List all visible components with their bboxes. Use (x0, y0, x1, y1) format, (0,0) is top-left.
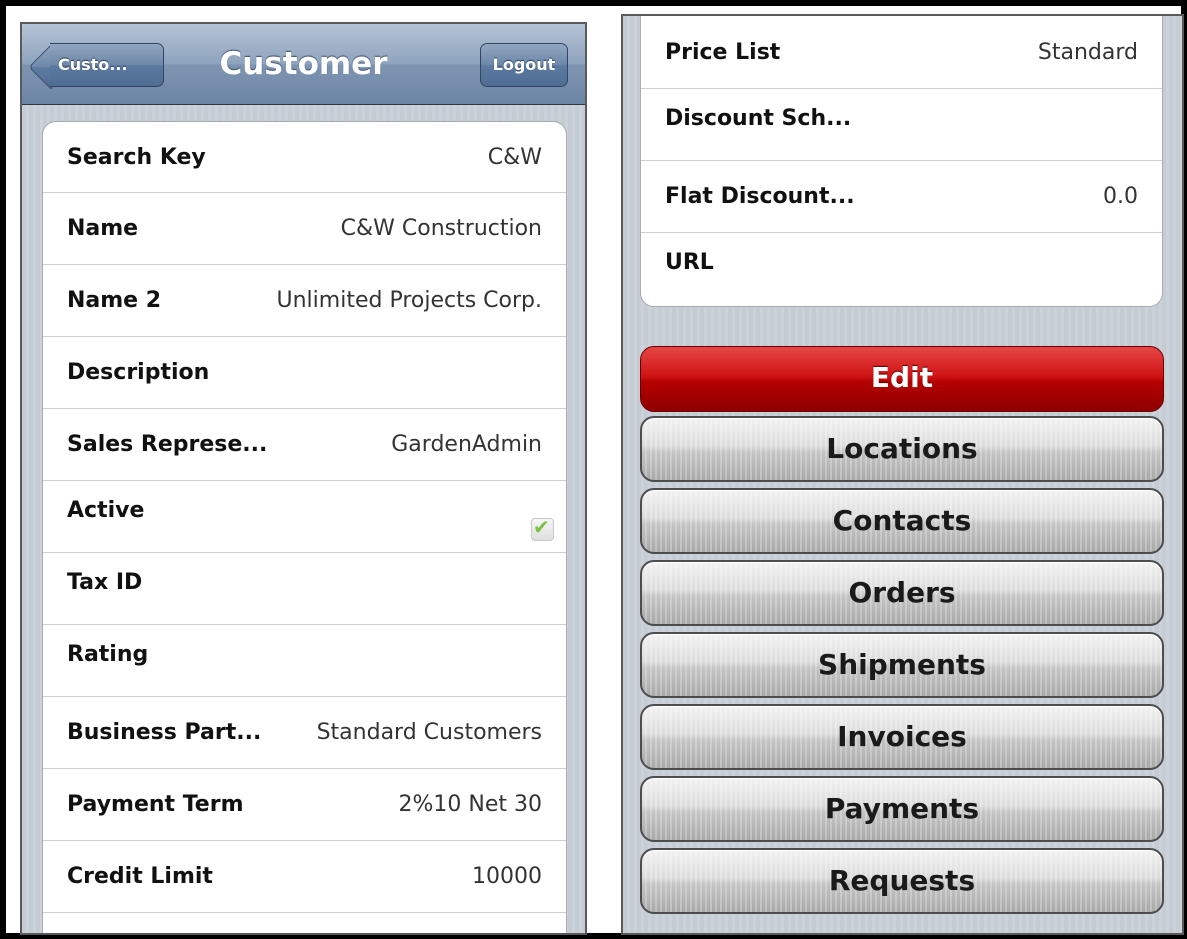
navigation-bar: Custo... Customer Logout (22, 24, 585, 105)
field-label: Credit Limit (67, 864, 213, 889)
field-value: C&W (487, 145, 542, 170)
active-checkbox[interactable]: ✔ (531, 515, 554, 541)
customer-detail-screen-scrolled: Price List Standard Discount Sch... Flat… (621, 14, 1184, 935)
field-row-search-key[interactable]: Search Key C&W (43, 122, 566, 193)
shipments-button[interactable]: Shipments (640, 632, 1164, 698)
checkmark-icon: ✔ (533, 515, 550, 539)
field-row-name[interactable]: Name C&W Construction (43, 193, 566, 265)
field-row-url[interactable]: URL (641, 233, 1162, 305)
field-label: Rating (67, 642, 149, 667)
field-row-active[interactable]: Active ✔ (43, 481, 566, 553)
field-value: Standard (1037, 40, 1138, 65)
field-label: Description (67, 360, 210, 385)
field-label: URL (665, 250, 714, 275)
payments-button[interactable]: Payments (640, 776, 1164, 842)
customer-fields-table-continued: Price List Standard Discount Sch... Flat… (640, 16, 1163, 307)
requests-button[interactable]: Requests (640, 848, 1164, 914)
field-row-sales-representative[interactable]: Sales Represe... GardenAdmin (43, 409, 566, 481)
field-row-discount-schema[interactable]: Discount Sch... (641, 89, 1162, 161)
field-label: Discount Sch... (665, 106, 852, 131)
field-label: Tax ID (67, 570, 143, 595)
field-value: C&W Construction (340, 216, 542, 241)
customer-fields-table: Search Key C&W Name C&W Construction Nam… (42, 121, 567, 933)
field-row-name-2[interactable]: Name 2 Unlimited Projects Corp. (43, 265, 566, 337)
contacts-button[interactable]: Contacts (640, 488, 1164, 554)
field-row-flat-discount[interactable]: Flat Discount... 0.0 (641, 161, 1162, 233)
field-label: Name (67, 216, 139, 241)
field-row-business-partner-group[interactable]: Business Part... Standard Customers (43, 697, 566, 769)
field-label: Name 2 (67, 288, 162, 313)
field-row-rating[interactable]: Rating (43, 625, 566, 697)
locations-button[interactable]: Locations (640, 416, 1164, 482)
field-row-price-list[interactable]: Price List Standard (641, 17, 1162, 89)
orders-button[interactable]: Orders (640, 560, 1164, 626)
field-row-description[interactable]: Description (43, 337, 566, 409)
customer-detail-screen: Custo... Customer Logout Search Key C&W … (20, 22, 587, 935)
field-label: Price List (665, 40, 781, 65)
field-value: 0.0 (1103, 184, 1138, 209)
field-label: Flat Discount... (665, 184, 855, 209)
field-value: 10000 (472, 864, 542, 889)
field-value: GardenAdmin (391, 432, 542, 457)
field-value: Unlimited Projects Corp. (276, 288, 542, 313)
field-label: Business Part... (67, 720, 262, 745)
invoices-button[interactable]: Invoices (640, 704, 1164, 770)
field-row-partial[interactable] (43, 913, 566, 933)
field-label: Payment Term (67, 792, 244, 817)
back-button[interactable]: Custo... (50, 43, 164, 87)
field-row-payment-term[interactable]: Payment Term 2%10 Net 30 (43, 769, 566, 841)
field-label: Active (67, 498, 145, 523)
field-label: Sales Represe... (67, 432, 268, 457)
field-value: 2%10 Net 30 (398, 792, 543, 817)
field-row-credit-limit[interactable]: Credit Limit 10000 (43, 841, 566, 913)
logout-button[interactable]: Logout (480, 43, 568, 87)
field-row-tax-id[interactable]: Tax ID (43, 553, 566, 625)
field-value: Standard Customers (316, 720, 542, 745)
field-label: Search Key (67, 145, 206, 170)
edit-button[interactable]: Edit (640, 346, 1164, 412)
